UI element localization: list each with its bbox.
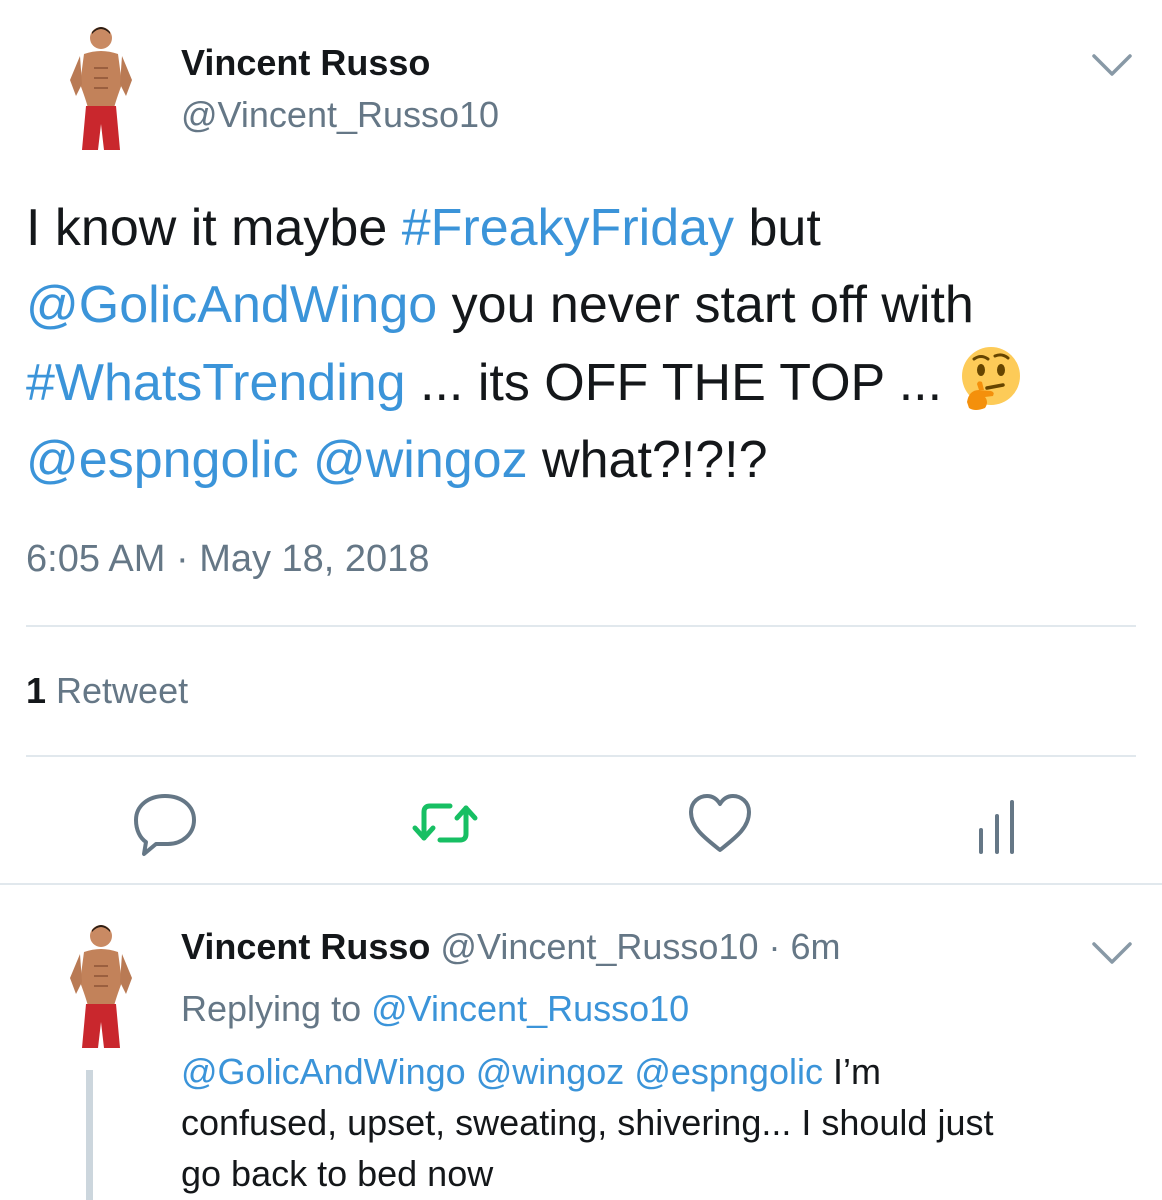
tweet-text-segment: I know it maybe: [26, 199, 402, 257]
hashtag-link[interactable]: #WhatsTrending: [26, 354, 406, 412]
mention-link[interactable]: @wingoz: [476, 1051, 625, 1092]
reply-icon[interactable]: [130, 788, 200, 858]
thinking-face-icon: [957, 344, 1025, 412]
retweet-icon[interactable]: [410, 788, 480, 858]
mention-link[interactable]: @espngolic: [26, 431, 299, 489]
hashtag-link[interactable]: #FreakyFriday: [402, 199, 734, 257]
reply-header: Vincent Russo @Vincent_Russo10 · 6m: [181, 926, 841, 968]
retweet-stats[interactable]: 1 Retweet: [26, 670, 188, 712]
reply-text: @GolicAndWingo @wingoz @espngolic I’m co…: [181, 1046, 1141, 1199]
mention-link[interactable]: @wingoz: [313, 431, 528, 489]
reply-text-segment: go back to bed now: [181, 1153, 494, 1194]
divider: [0, 883, 1162, 885]
author-handle[interactable]: @Vincent_Russo10: [181, 94, 499, 136]
author-avatar[interactable]: [56, 24, 146, 154]
divider: [26, 625, 1136, 627]
reply-author-avatar[interactable]: [56, 922, 146, 1052]
chevron-down-icon[interactable]: [1090, 50, 1134, 80]
mention-link[interactable]: @espngolic: [634, 1051, 823, 1092]
reply-author-handle[interactable]: @Vincent_Russo10: [440, 926, 758, 967]
reply-author-name[interactable]: Vincent Russo: [181, 926, 430, 967]
mention-link[interactable]: @GolicAndWingo: [181, 1051, 466, 1092]
retweet-count: 1: [26, 670, 47, 711]
thread-connector-line: [86, 1070, 93, 1200]
reply-text-segment: I’m: [822, 1051, 881, 1092]
mention-link[interactable]: @GolicAndWingo: [26, 276, 437, 334]
mention-link[interactable]: @Vincent_Russo10: [371, 988, 689, 1029]
divider: [26, 755, 1136, 757]
tweet-timestamp[interactable]: 6:05 AM · May 18, 2018: [26, 538, 429, 581]
tweet-text-segment: ... its OFF THE TOP ...: [405, 354, 957, 412]
heart-icon[interactable]: [685, 788, 755, 858]
reply-text-segment: confused, upset, sweating, shivering... …: [181, 1102, 994, 1143]
tweet-text-segment: you never start off with: [437, 276, 974, 334]
replying-to: Replying to @Vincent_Russo10: [181, 988, 689, 1030]
tweet-text-segment: what?!?!?: [527, 431, 768, 489]
reply-time[interactable]: 6m: [791, 926, 841, 967]
replying-to-label: Replying to: [181, 988, 372, 1029]
retweet-label: Retweet: [46, 670, 189, 711]
analytics-icon[interactable]: [960, 788, 1030, 858]
author-name[interactable]: Vincent Russo: [181, 42, 430, 84]
separator-dot: ·: [768, 926, 781, 967]
tweet-text: I know it maybe #FreakyFriday but @Golic…: [26, 190, 1136, 499]
tweet-text-segment: but: [734, 199, 821, 257]
chevron-down-icon[interactable]: [1090, 938, 1134, 968]
